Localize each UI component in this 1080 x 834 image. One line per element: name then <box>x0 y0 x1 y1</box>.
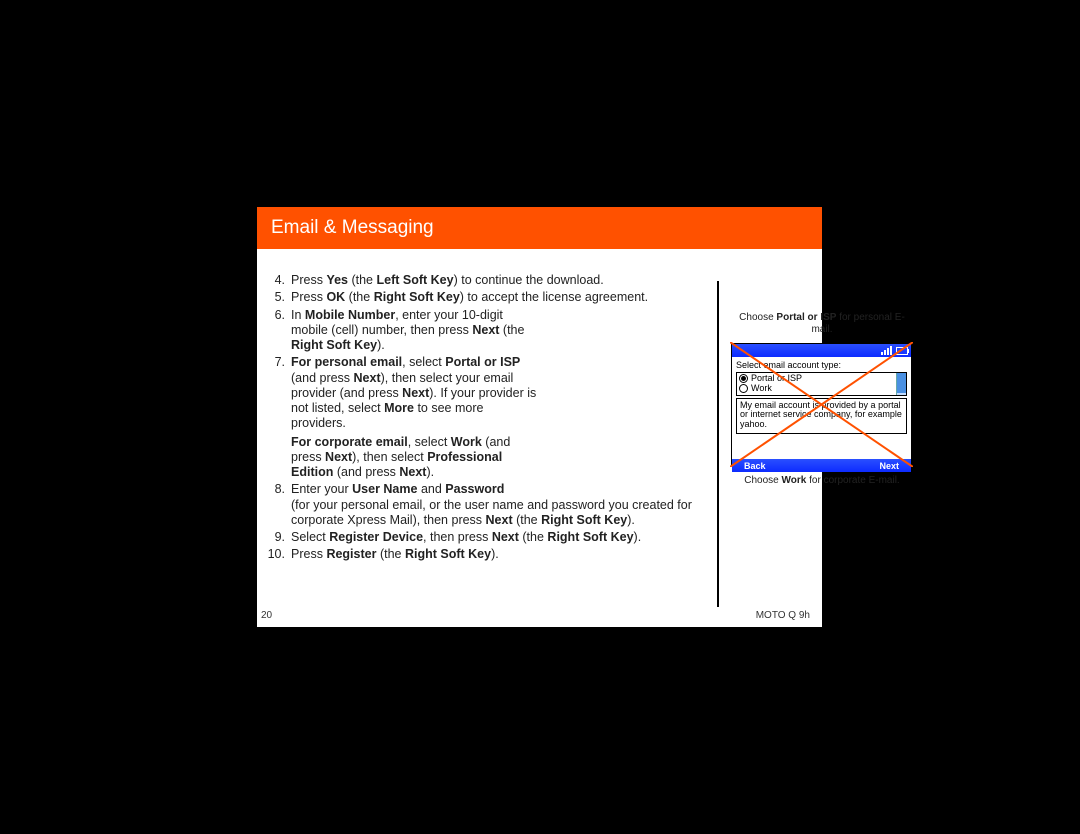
step-8: Enter your User Name and Password (for y… <box>261 482 706 528</box>
battery-icon <box>896 347 908 355</box>
instruction-list: Press Yes (the Left Soft Key) to continu… <box>261 273 706 563</box>
device-model: MOTO Q 9h <box>756 610 810 621</box>
radio-selected-icon <box>739 374 748 383</box>
phone-scrollbar <box>896 373 906 395</box>
phone-option-list: Portal or ISP Work <box>736 372 907 396</box>
step-4: Press Yes (the Left Soft Key) to continu… <box>261 273 706 288</box>
steps-column: Press Yes (the Left Soft Key) to continu… <box>261 273 706 565</box>
page-footer: 20 MOTO Q 9h <box>261 610 810 621</box>
option-label: Work <box>751 384 772 394</box>
page-number: 20 <box>261 610 272 621</box>
softkey-back: Back <box>744 461 766 471</box>
softkey-next: Next <box>879 461 899 471</box>
figure-divider <box>717 281 719 607</box>
phone-description: My email account is provided by a portal… <box>736 398 907 434</box>
caption-text: for corporate E-mail. <box>806 475 899 486</box>
phone-prompt: Select email account type: <box>736 361 907 371</box>
step-7-personal: For personal email, select Portal or ISP… <box>291 355 537 431</box>
figure-caption-bottom: Choose Work for corporate E-mail. <box>732 475 912 487</box>
section-heading: Email & Messaging <box>257 207 822 249</box>
step-10: Press Register (the Right Soft Key). <box>261 547 706 562</box>
figure-caption-top: Choose Portal or ISP for personal E-mail… <box>732 312 912 335</box>
section-heading-text: Email & Messaging <box>271 217 434 238</box>
phone-screenshot: Select email account type: Portal or ISP… <box>731 343 912 466</box>
step-7: For personal email, select Portal or ISP… <box>261 355 537 480</box>
radio-icon <box>739 384 748 393</box>
document-page: Email & Messaging Choose Portal or ISP f… <box>257 207 822 627</box>
step-7-corporate: For corporate email, select Work (and pr… <box>291 435 537 481</box>
phone-status-bar <box>732 344 911 357</box>
page-root: Email & Messaging Choose Portal or ISP f… <box>0 0 1080 834</box>
step-5: Press OK (the Right Soft Key) to accept … <box>261 290 706 305</box>
signal-icon <box>881 346 892 355</box>
option-work: Work <box>739 384 904 394</box>
step-9: Select Register Device, then press Next … <box>261 530 706 545</box>
phone-scroll-thumb <box>897 373 906 393</box>
caption-text: Choose <box>739 312 776 323</box>
caption-bold: Work <box>782 475 807 486</box>
caption-text: Choose <box>744 475 781 486</box>
step-6: In Mobile Number, enter your 10-digit mo… <box>261 308 531 354</box>
caption-bold: Portal or ISP <box>776 312 836 323</box>
phone-content: Select email account type: Portal or ISP… <box>732 357 911 459</box>
phone-softkey-bar: Back Next <box>732 459 911 472</box>
